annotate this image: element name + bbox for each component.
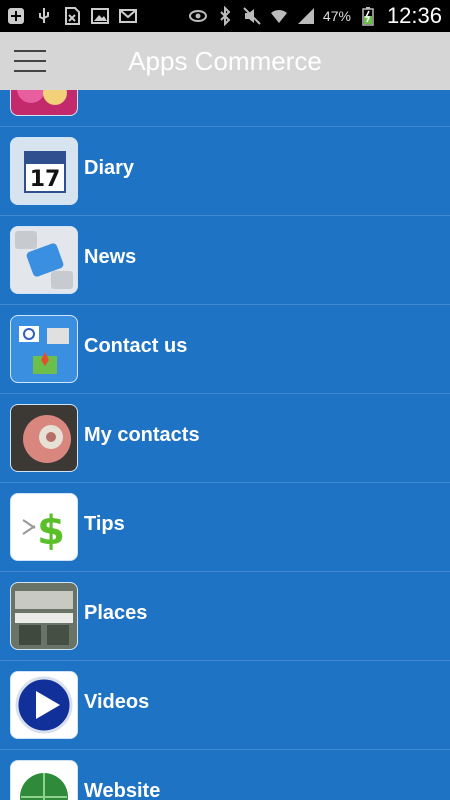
app-title: Apps Commerce <box>128 46 322 76</box>
list-item-partial[interactable] <box>0 90 450 127</box>
list-item-website[interactable]: Website <box>0 750 450 800</box>
menu-list: 17 Diary News Contact us My contacts $ T… <box>0 90 450 800</box>
add-notification-icon <box>6 6 26 26</box>
image-icon <box>90 6 110 26</box>
usb-icon <box>34 6 54 26</box>
list-item-label: News <box>84 246 137 268</box>
list-item-news[interactable]: News <box>0 216 450 305</box>
battery-percent: 47% <box>322 8 351 24</box>
partial-item-icon <box>10 90 78 116</box>
svg-text:$: $ <box>37 508 65 554</box>
list-item-label: Contact us <box>84 335 188 357</box>
app-bar: Apps Commerce <box>0 32 450 90</box>
list-item-label: Videos <box>84 691 150 713</box>
status-bar: 47% 12:36 <box>0 0 450 32</box>
list-item-my-contacts[interactable]: My contacts <box>0 394 450 483</box>
list-item-contact-us[interactable]: Contact us <box>0 305 450 394</box>
battery-charging-icon <box>358 6 378 26</box>
list-item-label: Website <box>84 780 161 800</box>
svg-text:17: 17 <box>30 167 61 192</box>
mute-icon <box>242 6 262 26</box>
play-icon <box>10 671 78 739</box>
list-item-tips[interactable]: $ Tips <box>0 483 450 572</box>
eye-icon <box>188 6 208 26</box>
rotary-phone-icon <box>10 404 78 472</box>
list-item-label: My contacts <box>84 424 200 446</box>
list-item-label: Diary <box>84 157 135 179</box>
dollar-scissors-icon: $ <box>10 493 78 561</box>
signal-icon <box>296 6 316 26</box>
contact-icon <box>10 315 78 383</box>
list-item-places[interactable]: Places <box>0 572 450 661</box>
list-item-label: Places <box>84 602 148 624</box>
list-item-label: Tips <box>84 513 125 535</box>
bluetooth-icon <box>215 6 235 26</box>
storefront-icon <box>10 582 78 650</box>
list-item-diary[interactable]: 17 Diary <box>0 127 450 216</box>
globe-icon <box>10 760 78 800</box>
status-clock: 12:36 <box>386 3 442 28</box>
no-sim-icon <box>62 6 82 26</box>
mail-icon <box>118 6 138 26</box>
news-key-icon <box>10 226 78 294</box>
calendar-icon: 17 <box>10 137 78 205</box>
wifi-icon <box>269 6 289 26</box>
list-item-videos[interactable]: Videos <box>0 661 450 750</box>
